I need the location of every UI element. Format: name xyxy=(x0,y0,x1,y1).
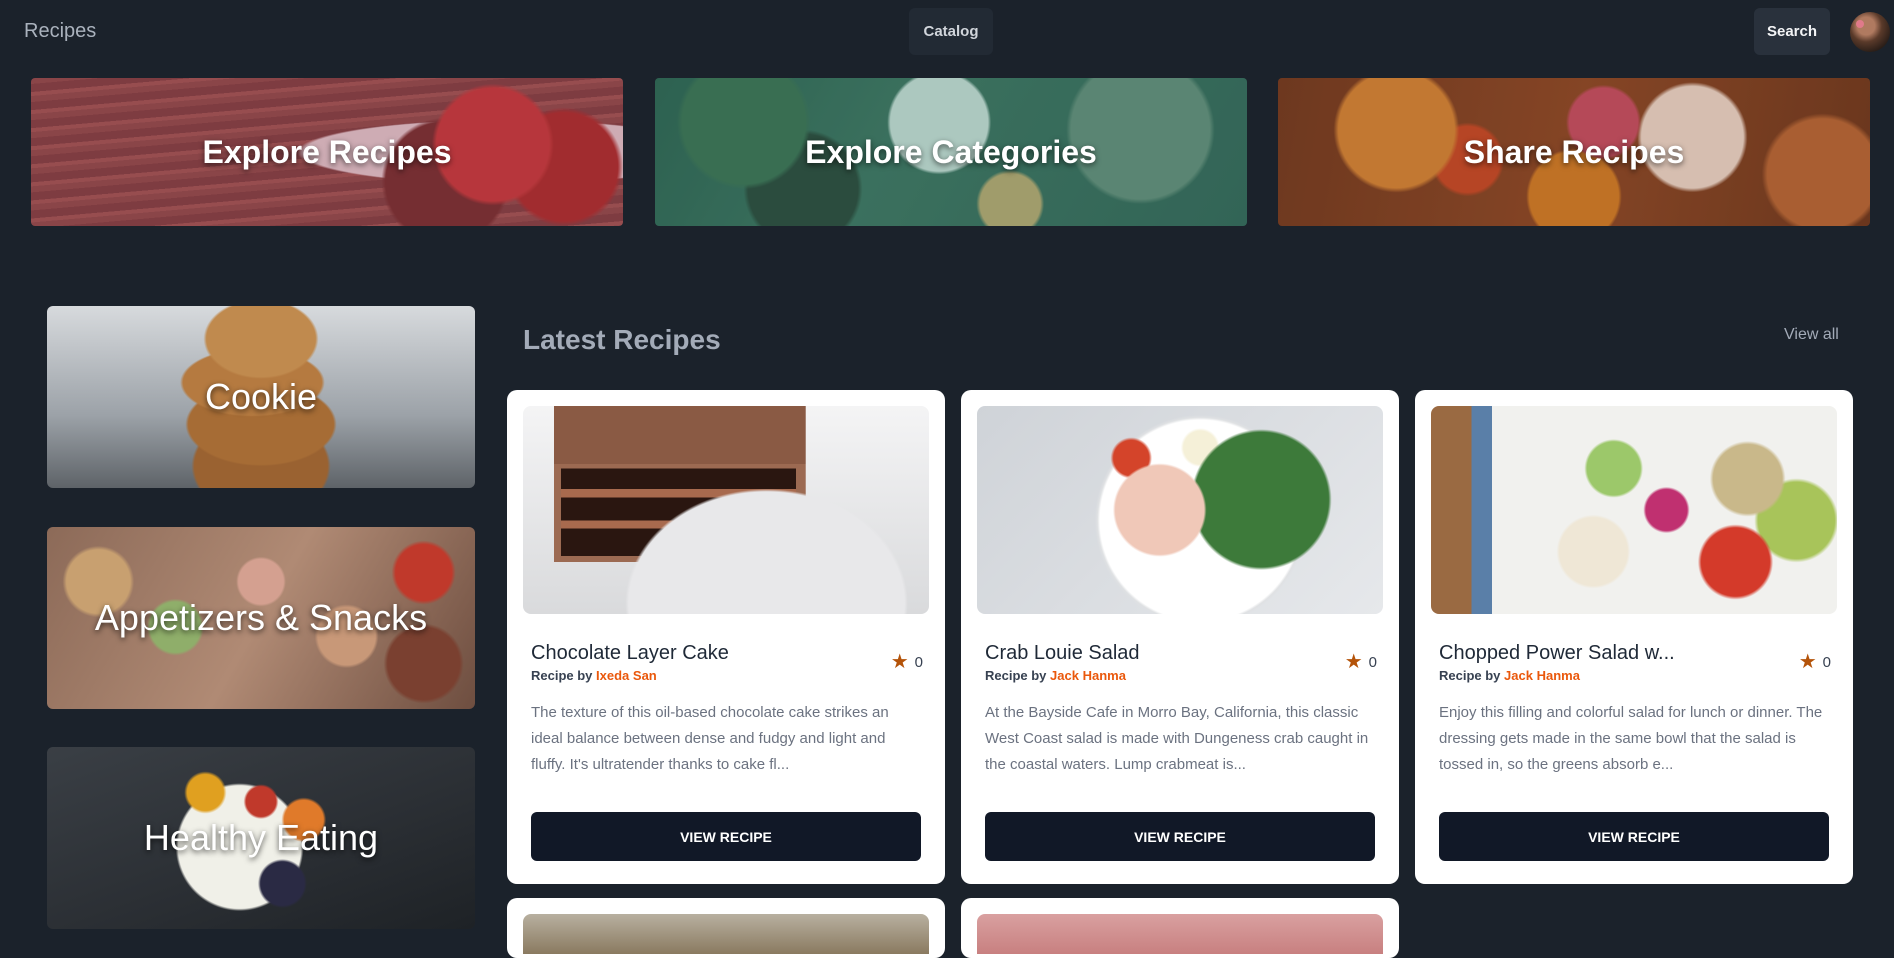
recipe-image[interactable] xyxy=(523,406,929,614)
recipe-author[interactable]: Jack Hanma xyxy=(1504,668,1580,683)
recipe-card-partial xyxy=(961,898,1399,958)
view-recipe-button[interactable]: VIEW RECIPE xyxy=(1439,812,1829,861)
brand-logo[interactable]: Recipes xyxy=(24,20,96,43)
recipe-by-prefix: Recipe by xyxy=(985,668,1047,683)
hero-explore-recipes[interactable]: Explore Recipes xyxy=(31,78,623,226)
avatar[interactable] xyxy=(1850,12,1890,52)
hero-label: Explore Recipes xyxy=(202,133,452,170)
recipe-image[interactable] xyxy=(977,406,1383,614)
recipe-by-prefix: Recipe by xyxy=(1439,668,1501,683)
recipe-title[interactable]: Crab Louie Salad xyxy=(985,642,1140,665)
rating-value: 0 xyxy=(1822,653,1831,671)
search-button[interactable]: Search xyxy=(1754,8,1830,55)
recipe-image[interactable] xyxy=(523,914,929,954)
recipe-rating: ★ 0 xyxy=(1345,652,1377,672)
recipe-card-partial xyxy=(507,898,945,958)
recipe-author-line: Recipe by Jack Hanma xyxy=(1439,668,1580,683)
recipe-description: Enjoy this filling and colorful salad fo… xyxy=(1439,704,1823,773)
hero-explore-categories[interactable]: Explore Categories xyxy=(655,78,1247,226)
recipe-author[interactable]: Ixeda San xyxy=(596,668,657,683)
recipe-card: Crab Louie Salad Recipe by Jack Hanma ★ … xyxy=(961,390,1399,884)
star-icon: ★ xyxy=(1344,651,1363,673)
recipe-image[interactable] xyxy=(1431,406,1837,614)
catalog-button[interactable]: Catalog xyxy=(909,8,993,55)
star-icon: ★ xyxy=(890,651,909,673)
recipe-description: At the Bayside Cafe in Morro Bay, Califo… xyxy=(985,704,1369,773)
hero-label: Share Recipes xyxy=(1463,133,1685,170)
view-recipe-button[interactable]: VIEW RECIPE xyxy=(531,812,921,861)
rating-value: 0 xyxy=(1368,653,1377,671)
recipe-title[interactable]: Chocolate Layer Cake xyxy=(531,642,729,665)
top-navbar: Recipes Catalog Search xyxy=(0,0,1894,62)
recipe-author-line: Recipe by Ixeda San xyxy=(531,668,657,683)
hero-label: Explore Categories xyxy=(805,133,1097,170)
category-label: Cookie xyxy=(204,376,318,417)
recipe-image[interactable] xyxy=(977,914,1383,954)
view-all-link[interactable]: View all xyxy=(1784,326,1839,344)
star-icon: ★ xyxy=(1798,651,1817,673)
section-title: Latest Recipes xyxy=(523,324,721,355)
category-label: Appetizers & Snacks xyxy=(94,597,428,638)
recipe-rating: ★ 0 xyxy=(1799,652,1831,672)
recipe-card: Chopped Power Salad w... Recipe by Jack … xyxy=(1415,390,1853,884)
category-cookie[interactable]: Cookie xyxy=(47,306,475,488)
view-recipe-button[interactable]: VIEW RECIPE xyxy=(985,812,1375,861)
recipe-author[interactable]: Jack Hanma xyxy=(1050,668,1126,683)
recipe-rating: ★ 0 xyxy=(891,652,923,672)
hero-share-recipes[interactable]: Share Recipes xyxy=(1278,78,1870,226)
recipe-description: The texture of this oil-based chocolate … xyxy=(531,704,889,773)
recipe-title[interactable]: Chopped Power Salad w... xyxy=(1439,642,1675,665)
recipe-by-prefix: Recipe by xyxy=(531,668,593,683)
category-label: Healthy Eating xyxy=(143,817,379,858)
rating-value: 0 xyxy=(914,653,923,671)
recipe-author-line: Recipe by Jack Hanma xyxy=(985,668,1126,683)
category-appetizers-snacks[interactable]: Appetizers & Snacks xyxy=(47,527,475,709)
recipe-card: Chocolate Layer Cake Recipe by Ixeda San… xyxy=(507,390,945,884)
category-healthy-eating[interactable]: Healthy Eating xyxy=(47,747,475,929)
